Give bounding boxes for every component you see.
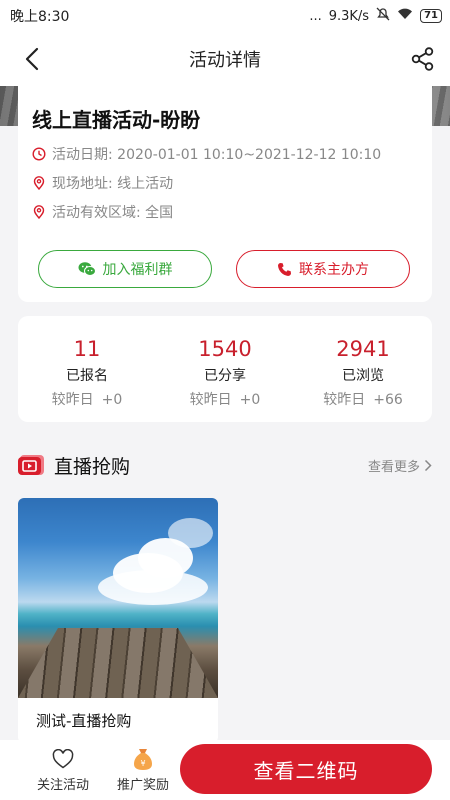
stat-delta-value: +0 xyxy=(101,392,123,408)
stat-shared: 1540 已分享 较昨日 +0 xyxy=(156,316,294,422)
back-button[interactable] xyxy=(18,45,46,73)
stat-delta: 较昨日 +0 xyxy=(190,389,261,409)
status-time: 晚上8:30 xyxy=(10,9,70,25)
battery-indicator: 71 xyxy=(420,9,442,23)
view-more-link[interactable]: 查看更多 xyxy=(368,456,432,475)
money-bag-icon: ¥ xyxy=(132,747,154,771)
view-more-label: 查看更多 xyxy=(367,459,420,475)
event-region: 活动有效区域: 全国 xyxy=(52,204,174,221)
location-pin-icon xyxy=(32,175,46,190)
share-button[interactable] xyxy=(408,44,438,74)
stat-delta: 较昨日 +0 xyxy=(52,389,123,409)
stat-label: 已分享 xyxy=(204,368,246,384)
follow-event-button[interactable]: 关注活动 xyxy=(18,747,108,793)
stat-delta-label: 较昨日 xyxy=(189,392,232,408)
live-section-title-group: 直播抢购 xyxy=(18,452,130,479)
follow-event-label: 关注活动 xyxy=(36,778,89,793)
join-group-label: 加入福利群 xyxy=(102,262,173,278)
stat-delta: 较昨日 +66 xyxy=(323,389,403,409)
page-title: 活动详情 xyxy=(189,50,261,71)
event-address-row: 现场地址: 线上活动 xyxy=(32,174,418,192)
mute-icon xyxy=(376,7,390,25)
promotion-reward-label: 推广奖励 xyxy=(116,778,169,793)
view-qr-code-button[interactable]: 查看二维码 xyxy=(180,744,432,794)
stats-card: 11 已报名 较昨日 +0 1540 已分享 较昨日 +0 2941 已浏览 较昨日… xyxy=(18,316,432,422)
reward-badge-text: ¥ xyxy=(140,759,145,768)
contact-organizer-label: 联系主办方 xyxy=(299,262,369,278)
status-dots: ... xyxy=(309,8,322,24)
join-group-button[interactable]: 加入福利群 xyxy=(38,250,212,288)
event-action-buttons: 加入福利群 联系主办方 xyxy=(38,250,410,288)
live-video-icon xyxy=(18,454,46,476)
live-section-title: 直播抢购 xyxy=(54,455,131,478)
stat-delta-label: 较昨日 xyxy=(323,392,366,408)
nav-bar: 活动详情 xyxy=(0,32,450,86)
stat-value: 2941 xyxy=(336,337,390,361)
network-speed: 9.3K/s xyxy=(328,8,370,24)
event-info-card: 线上直播活动-盼盼 活动日期: 2020-01-01 10:10~2021-12… xyxy=(18,86,432,302)
product-card[interactable]: 测试-直播抢购 xyxy=(18,498,218,743)
wifi-icon xyxy=(397,8,413,24)
live-section-header: 直播抢购 查看更多 xyxy=(18,450,432,480)
stat-registered: 11 已报名 较昨日 +0 xyxy=(18,316,156,422)
clock-icon xyxy=(32,146,46,161)
product-name: 测试-直播抢购 xyxy=(36,712,132,730)
heart-icon xyxy=(52,747,74,771)
status-bar: 晚上8:30 ... 9.3K/s 71 xyxy=(0,0,450,32)
back-arrow-icon xyxy=(25,47,39,71)
stat-value: 11 xyxy=(73,337,101,361)
event-address: 现场地址: 线上活动 xyxy=(52,175,174,192)
location-pin-icon xyxy=(32,204,46,219)
event-region-row: 活动有效区域: 全国 xyxy=(32,203,418,221)
stat-viewed: 2941 已浏览 较昨日 +66 xyxy=(294,316,432,422)
stat-value: 1540 xyxy=(198,337,252,361)
event-date-row: 活动日期: 2020-01-01 10:10~2021-12-12 10:10 xyxy=(32,145,418,163)
status-indicators: ... 9.3K/s 71 xyxy=(309,7,442,25)
product-image xyxy=(18,498,218,698)
promotion-reward-button[interactable]: ¥ 推广奖励 xyxy=(108,747,178,793)
stat-delta-label: 较昨日 xyxy=(51,392,94,408)
share-icon xyxy=(411,47,434,71)
wechat-icon xyxy=(78,261,96,277)
bottom-action-bar: 关注活动 ¥ 推广奖励 查看二维码 xyxy=(0,740,450,800)
stat-delta-value: +0 xyxy=(239,392,261,408)
event-date: 活动日期: 2020-01-01 10:10~2021-12-12 10:10 xyxy=(52,146,382,163)
stat-label: 已浏览 xyxy=(342,368,384,384)
chevron-right-icon xyxy=(424,459,432,472)
event-title: 线上直播活动-盼盼 xyxy=(32,108,201,132)
stat-label: 已报名 xyxy=(66,368,108,384)
contact-organizer-button[interactable]: 联系主办方 xyxy=(236,250,410,288)
phone-icon xyxy=(277,262,292,277)
stat-delta-value: +66 xyxy=(373,392,403,408)
